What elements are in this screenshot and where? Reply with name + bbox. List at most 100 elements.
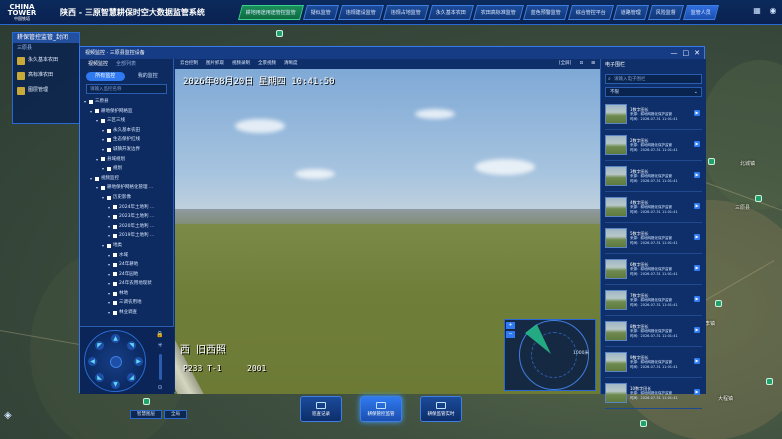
checkbox[interactable]	[113, 282, 117, 287]
nav-tab[interactable]: 风险监督	[648, 5, 685, 20]
camera-list-item[interactable]: 8数字田长 来源：耕地网格化保护监管 时间：2026-07-31 11:01:41 ▶	[605, 316, 702, 347]
play-icon[interactable]: ▶	[694, 265, 700, 271]
nav-tab[interactable]: 违规建设监管	[338, 5, 385, 20]
nav-tab[interactable]: 农田高标准监管	[473, 5, 525, 20]
expand-caret-icon[interactable]: ▾	[102, 164, 106, 174]
ptz-zoom-slider[interactable]	[158, 353, 162, 380]
expand-caret-icon[interactable]: ▾	[102, 241, 106, 251]
ptz-down-arrow-icon[interactable]: ▼	[111, 380, 120, 389]
segment-my-cameras[interactable]: 我的监控	[129, 72, 168, 81]
side-item-layers[interactable]: 图层管理	[13, 83, 79, 98]
expand-caret-icon[interactable]: ▾	[96, 155, 100, 165]
expand-caret-icon[interactable]: ▾	[102, 135, 106, 145]
camera-list-item[interactable]: 6数字田长 来源：耕地网格化保护监管 时间：2026-07-31 11:01:41 ▶	[605, 254, 702, 285]
camera-thumbnail[interactable]	[605, 290, 627, 310]
tab-all-list[interactable]: 全部列表	[116, 59, 136, 70]
camera-list-item[interactable]: 9数字田长 来源：耕地网格化保护监管 时间：2026-07-31 11:01:41 ▶	[605, 347, 702, 378]
checkbox[interactable]	[113, 234, 117, 239]
tree-node[interactable]: ▾ 视频监控	[84, 174, 173, 184]
nav-tab[interactable]: 综合管控平台	[568, 5, 615, 20]
checkbox[interactable]	[113, 214, 117, 219]
checkbox[interactable]	[113, 272, 117, 277]
camera-thumbnail[interactable]	[605, 197, 627, 217]
live-video-feed[interactable]: 2026年08月20日 星期四 10:41:50 西 旧西照 P233 T-1 …	[175, 69, 600, 394]
direction-radar[interactable]: 1000米 + −	[504, 319, 596, 391]
checkbox[interactable]	[95, 109, 99, 114]
expand-caret-icon[interactable]: ▾	[84, 97, 88, 107]
toolbar-snapshot-button[interactable]: 图片抓取	[206, 59, 224, 69]
nav-tab[interactable]: 永久基本农田	[428, 5, 475, 20]
expand-caret-icon[interactable]: ▾	[108, 260, 112, 270]
checkbox[interactable]	[113, 253, 117, 258]
play-icon[interactable]: ▶	[694, 234, 700, 240]
tab-video-monitor[interactable]: 视频监控	[88, 59, 108, 70]
tree-node[interactable]: ▾ 2019年土地利 ...	[84, 231, 173, 241]
checkbox[interactable]	[113, 301, 117, 306]
checkbox[interactable]	[113, 262, 117, 267]
play-icon[interactable]: ▶	[694, 172, 700, 178]
user-icon[interactable]: ◉	[768, 6, 778, 16]
smart-layer-button[interactable]: 智慧图层	[130, 410, 162, 419]
play-icon[interactable]: ▶	[694, 327, 700, 333]
dock-button-realtime[interactable]: 耕保监管实时	[420, 396, 462, 422]
checkbox[interactable]	[89, 99, 93, 104]
tree-node[interactable]: ▾ 耕地保护网格监	[84, 107, 173, 117]
play-icon[interactable]: ▶	[694, 358, 700, 364]
checkbox[interactable]	[113, 205, 117, 210]
map-camera-marker[interactable]	[755, 195, 762, 202]
tree-node[interactable]: ▾ 2023年土地利 ...	[84, 212, 173, 222]
camera-list-item[interactable]: 2数字田长 来源：耕地网格化保护监管 时间：2026-07-31 11:01:41 ▶	[605, 130, 702, 161]
tree-node[interactable]: ▾ 三区三线	[84, 116, 173, 126]
side-panel-title[interactable]: 耕保管控监管_封闭	[13, 33, 79, 43]
camera-list-item[interactable]: 10数字田长 来源：耕地网格化保护监管 时间：2026-07-31 11:01:41…	[605, 378, 702, 409]
camera-thumbnail[interactable]	[605, 104, 627, 124]
ptz-upleft-arrow-icon[interactable]: ◤	[95, 341, 104, 350]
nav-tab[interactable]: 道路管理	[613, 5, 650, 20]
checkbox[interactable]	[101, 157, 105, 162]
toolbar-record-button[interactable]: 视频录制	[232, 59, 250, 69]
ptz-upright-arrow-icon[interactable]: ◥	[127, 341, 136, 350]
tree-node[interactable]: ▾ 2020年土地利 ...	[84, 222, 173, 232]
toolbar-panorama-button[interactable]: 全景视频	[258, 59, 276, 69]
dock-button-farmland[interactable]: 耕保管控监管	[360, 396, 402, 422]
camera-search-input[interactable]: 请输入监控名称	[86, 84, 167, 94]
camera-list-item[interactable]: 4数字田长 来源：耕地网格化保护监管 时间：2026-07-31 11:01:41 ▶	[605, 192, 702, 223]
play-icon[interactable]: ▶	[694, 203, 700, 209]
map-camera-marker[interactable]	[143, 398, 150, 405]
camera-thumbnail[interactable]	[605, 321, 627, 341]
minimize-icon[interactable]: —	[671, 47, 678, 59]
expand-caret-icon[interactable]: ▾	[102, 126, 106, 136]
segment-all-cameras[interactable]: 所有监控	[86, 72, 125, 81]
map-camera-marker[interactable]	[708, 158, 715, 165]
nav-tab[interactable]: 疑似监管	[303, 5, 340, 20]
tree-node[interactable]: ▾ 县域规划	[84, 155, 173, 165]
camera-list-item[interactable]: 7数字田长 来源：耕地网格化保护监管 时间：2026-07-31 11:01:41 ▶	[605, 285, 702, 316]
grid-icon[interactable]: ▦	[752, 6, 762, 16]
expand-caret-icon[interactable]: ▾	[102, 193, 106, 203]
camera-thumbnail[interactable]	[605, 259, 627, 279]
tree-node[interactable]: ▾ 永久基本农田	[84, 126, 173, 136]
expand-caret-icon[interactable]: ▾	[108, 203, 112, 213]
nav-tab[interactable]: 违规占地监管	[383, 5, 430, 20]
camera-thumbnail[interactable]	[605, 352, 627, 372]
layout-single-icon[interactable]: ⊡	[579, 59, 583, 69]
radar-zoom-out-button[interactable]: −	[506, 331, 515, 338]
expand-caret-icon[interactable]: ▾	[96, 116, 100, 126]
expand-caret-icon[interactable]: ▾	[108, 270, 112, 280]
tree-node[interactable]: ▾ 24年农用地现状	[84, 279, 173, 289]
fullscreen-button[interactable]: [全屏]	[559, 59, 572, 69]
map-camera-marker[interactable]	[276, 30, 283, 37]
checkbox[interactable]	[101, 118, 105, 123]
side-item-farmland[interactable]: 永久基本农田	[13, 53, 79, 68]
map-camera-marker[interactable]	[640, 420, 647, 427]
checkbox[interactable]	[107, 128, 111, 133]
expand-caret-icon[interactable]: ▾	[108, 231, 112, 241]
fence-filter-select[interactable]: 不限 ⌄	[605, 87, 702, 97]
toolbar-quality-button[interactable]: 清晰度	[284, 59, 298, 69]
camera-list-item[interactable]: 1数字田长 来源：耕地网格化保护监管 时间：2026-07-31 11:01:41 ▶	[605, 99, 702, 130]
checkbox[interactable]	[107, 243, 111, 248]
tree-node[interactable]: ▾ 24年园地	[84, 270, 173, 280]
dock-button-patrol[interactable]: 巡查记录	[300, 396, 342, 422]
ptz-left-arrow-icon[interactable]: ◀	[88, 357, 97, 366]
checkbox[interactable]	[107, 195, 111, 200]
